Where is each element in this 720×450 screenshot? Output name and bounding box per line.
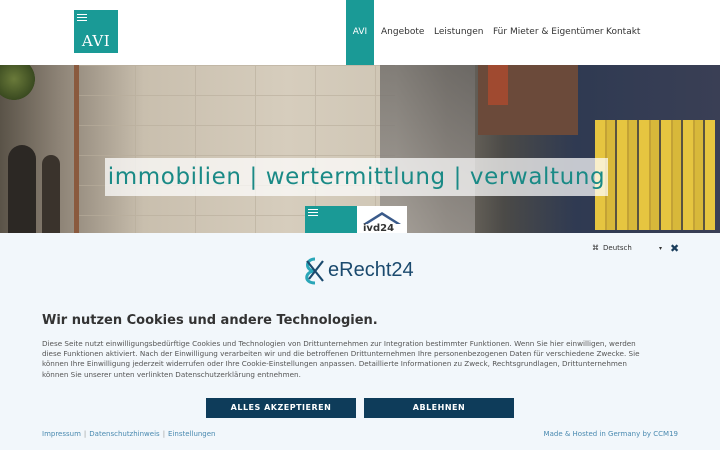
- plant-decoration: [0, 65, 35, 100]
- close-icon[interactable]: ✖: [670, 242, 679, 255]
- badge-lines-icon: [308, 209, 318, 218]
- hero-tagline: immobilien | wertermittlung | verwaltung: [107, 164, 606, 190]
- archway: [8, 145, 36, 233]
- hosted-by-link[interactable]: Made & Hosted in Germany by CCM19: [544, 430, 678, 438]
- cookie-banner: ⌘ Deutsch ▾ ✖ eRecht24 Wir nutzen Cookies…: [0, 233, 720, 450]
- link-separator: |: [162, 430, 166, 438]
- link-einstellungen[interactable]: Einstellungen: [168, 430, 215, 438]
- language-label: Deutsch: [603, 244, 632, 252]
- nav-item-mieter-eigentuemer[interactable]: Für Mieter & Eigentümer: [493, 0, 604, 65]
- cookie-description: Diese Seite nutzt einwilligungsbedürftig…: [42, 339, 678, 380]
- cookie-title: Wir nutzen Cookies und andere Technologi…: [42, 313, 378, 328]
- avi-badge: [305, 206, 357, 233]
- ivd-badge[interactable]: ivd24: [357, 206, 407, 233]
- language-select[interactable]: ⌘ Deutsch: [592, 244, 632, 252]
- cookie-description-line: diese Funktionen aktiviert. Nach der Ein…: [42, 349, 640, 359]
- link-datenschutzhinweis[interactable]: Datenschutzhinweis: [89, 430, 159, 438]
- chimney: [488, 65, 508, 105]
- link-impressum[interactable]: Impressum: [42, 430, 81, 438]
- chevron-down-icon[interactable]: ▾: [659, 245, 662, 252]
- erecht24-brand: eRecht24: [328, 259, 414, 281]
- cookie-footer-links: Impressum | Datenschutzhinweis | Einstellung…: [42, 430, 216, 438]
- cookie-description-line: Diese Seite nutzt einwilligungsbedürftig…: [42, 339, 636, 348]
- ivd-badge-text: ivd24: [363, 223, 395, 233]
- translate-icon: ⌘: [592, 244, 599, 252]
- cookie-description-line: können Ihre Einwilligung jederzeit wider…: [42, 359, 627, 369]
- site-header: AVI AVI Angebote Leistungen Für Mieter &…: [0, 0, 720, 65]
- nav-item-leistungen[interactable]: Leistungen: [434, 0, 483, 65]
- link-separator: |: [83, 430, 87, 438]
- decline-button[interactable]: ABLEHNEN: [364, 398, 514, 418]
- drain-pipe: [74, 65, 79, 233]
- accept-all-button[interactable]: ALLES AKZEPTIEREN: [206, 398, 356, 418]
- nav-item-angebote[interactable]: Angebote: [381, 0, 424, 65]
- archway-small: [42, 155, 60, 233]
- logo-text: AVI: [81, 32, 111, 50]
- avi-logo[interactable]: AVI: [74, 10, 118, 53]
- cookie-description-line: können Sie unserer unten verlinkten Date…: [42, 369, 301, 379]
- hero-image: immobilien | wertermittlung | verwaltung…: [0, 65, 720, 233]
- logo-lines-icon: [77, 14, 87, 23]
- yellow-shutters: [595, 120, 715, 230]
- nav-item-avi[interactable]: AVI: [346, 0, 374, 65]
- nav-item-kontakt[interactable]: Kontakt: [606, 0, 640, 65]
